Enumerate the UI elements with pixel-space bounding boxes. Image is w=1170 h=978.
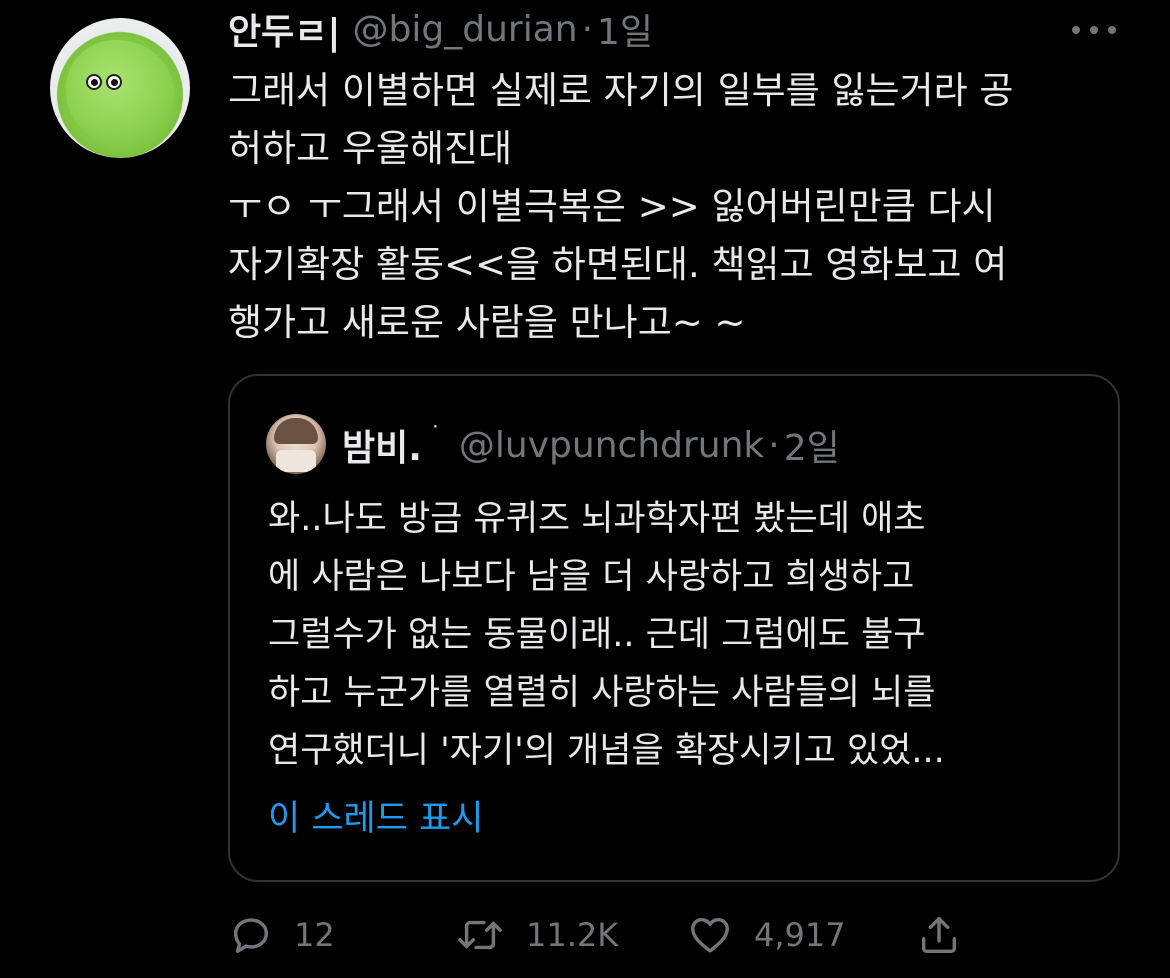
header-separator: · [581, 8, 594, 50]
tweet: 안두ㄹ| @big_durian · 1일 그래서 이별하면 실제로 자기의 일… [0, 0, 1170, 978]
like-count: 4,917 [754, 916, 846, 954]
heart-icon [691, 917, 729, 953]
author-avatar[interactable] [50, 18, 190, 158]
more-icon[interactable] [1072, 24, 1116, 36]
tweet-timestamp[interactable]: 1일 [597, 3, 653, 55]
reply-icon [233, 918, 269, 954]
retweet-icon [458, 920, 502, 950]
avatar-eye-left [86, 74, 102, 90]
tweet-text-line: ㅜㅇ ㅜ그래서 이별극복은 >> 잃어버린만큼 다시 [228, 185, 996, 228]
quoted-author-handle[interactable]: @luvpunchdrunk [459, 425, 764, 466]
more-dot [1072, 26, 1080, 34]
like-button[interactable]: 4,917 [686, 905, 846, 965]
tweet-text-line: 그래서 이별하면 실제로 자기의 일부를 잃는거라 공 [228, 69, 1014, 112]
quoted-text-line: 에 사람은 나보다 남을 더 사랑하고 희생하고 [268, 557, 915, 597]
author-display-name[interactable]: 안두ㄹ| [228, 3, 341, 55]
quoted-text-line: 하고 누군가를 열렬히 사랑하는 사람들의 뇌를 [268, 673, 936, 713]
tweet-text-line: 허하고 우울해진대 [228, 127, 513, 170]
share-button[interactable] [916, 905, 962, 965]
quoted-tweet-timestamp[interactable]: 2일 [784, 419, 840, 471]
quoted-tweet[interactable]: 밤비. ˙ @luvpunchdrunk · 2일 와..나도 방금 유퀴즈 뇌… [228, 374, 1120, 882]
quoted-author-avatar[interactable] [266, 414, 326, 474]
more-dot [1090, 26, 1098, 34]
avatar-eye-right [106, 74, 122, 90]
more-dot [1108, 26, 1116, 34]
author-handle[interactable]: @big_durian [353, 9, 578, 50]
reply-count: 12 [294, 916, 335, 954]
retweet-count: 11.2K [526, 916, 619, 954]
tweet-text: 그래서 이별하면 실제로 자기의 일부를 잃는거라 공 허하고 우울해진대 ㅜㅇ… [228, 62, 1128, 352]
quoted-tweet-text: 와..나도 방금 유퀴즈 뇌과학자편 봤는데 애초 에 사람은 나보다 남을 더… [268, 490, 1098, 780]
quoted-text-line: 와..나도 방금 유퀴즈 뇌과학자편 봤는데 애초 [268, 499, 926, 539]
quoted-tweet-header: 밤비. ˙ @luvpunchdrunk · 2일 [342, 420, 840, 470]
tweet-text-line: 자기확장 활동<<을 하면된대. 책읽고 영화보고 여 [228, 243, 1008, 286]
tweet-text-line: 행가고 새로운 사람을 만나고~ ~ [228, 301, 746, 344]
quoted-name-mark: ˙ [429, 422, 441, 448]
share-icon [921, 916, 957, 954]
quoted-text-line: 연구했더니 '자기'의 개념을 확장시키고 있었... [268, 731, 945, 771]
reply-button[interactable]: 12 [228, 905, 335, 965]
tweet-header: 안두ㄹ| @big_durian · 1일 [228, 4, 653, 54]
quoted-author-display-name[interactable]: 밤비. [342, 419, 422, 471]
avatar-blob [66, 40, 174, 144]
quoted-text-line: 그럴수가 없는 동물이래.. 근데 그럼에도 불구 [268, 615, 926, 655]
tweet-actions: 12 11.2K 4,917 [228, 905, 988, 965]
show-thread-link[interactable]: 이 스레드 표시 [268, 790, 483, 841]
retweet-button[interactable]: 11.2K [454, 905, 618, 965]
quoted-header-separator: · [768, 424, 780, 466]
